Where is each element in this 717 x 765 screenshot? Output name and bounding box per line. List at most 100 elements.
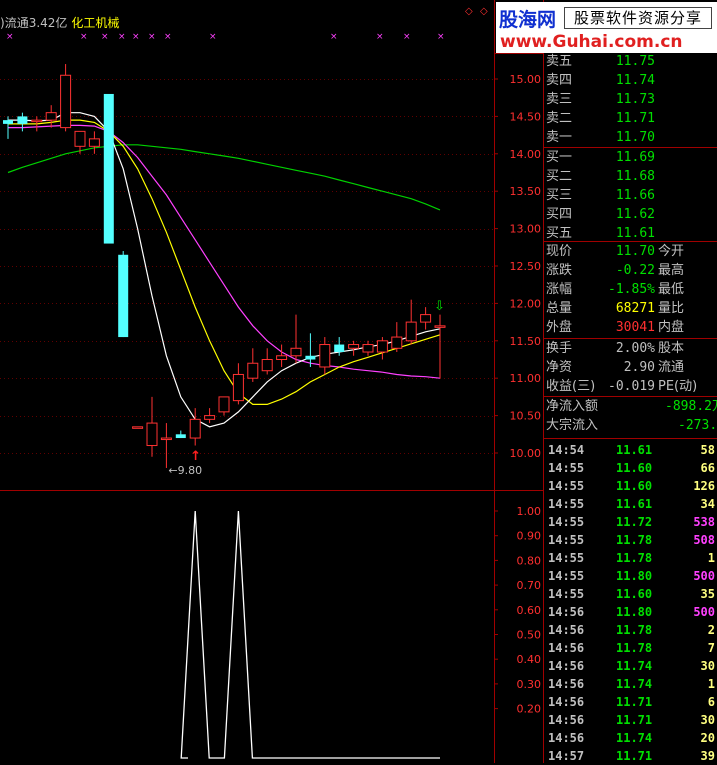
tick-volume: 66 xyxy=(700,461,715,475)
tick-row: 14:54 11.61 58 xyxy=(544,441,717,459)
tick-volume: 500 xyxy=(693,605,715,619)
kline-chart-area[interactable]: × × × × × × × × × × × × ←9.80 ↑ ⇩ ◇ ◇ )流通3.42亿 化工机械 xyxy=(0,0,494,763)
candle-body xyxy=(420,314,432,323)
candle-body xyxy=(376,340,388,353)
candle-body xyxy=(348,344,360,349)
volume-row: 总量 68271 量比 xyxy=(544,299,717,318)
tick-price: 11.78 xyxy=(616,551,653,565)
candle-body xyxy=(189,418,201,439)
bid-row: 买二 11.68 xyxy=(544,167,717,186)
price-tick-label: 10.50 xyxy=(510,410,542,423)
diamond-icon: ◇ xyxy=(465,6,473,17)
sector-label: 化工机械 xyxy=(71,16,120,30)
bid-row: 买三 11.66 xyxy=(544,186,717,205)
tick-row: 14:56 11.71 30 xyxy=(544,711,717,729)
ask-row-value: 11.75 xyxy=(615,54,655,69)
tick-price: 11.78 xyxy=(616,533,653,547)
tick-time: 14:55 xyxy=(548,461,585,475)
change-pct-row-value: -1.85% xyxy=(608,282,655,297)
signal-marker: × xyxy=(132,32,140,42)
tick-time: 14:56 xyxy=(548,731,585,745)
tick-volume: 538 xyxy=(693,515,715,529)
tick-time: 14:56 xyxy=(548,605,585,619)
float-cap-label: 流通3.42亿 xyxy=(4,16,68,30)
candle-body xyxy=(17,116,28,124)
indicator-tick-label: 1.00 xyxy=(517,505,542,518)
net-asset-row-right-label: 流通 xyxy=(658,360,685,375)
eps-row-label: 收益(三) xyxy=(546,379,596,394)
candle-body xyxy=(232,373,244,402)
price-tick-label: 12.00 xyxy=(510,297,542,310)
ask-row-label: 卖一 xyxy=(546,130,573,145)
candle-body xyxy=(218,396,230,413)
candle-body xyxy=(103,93,114,244)
tick-time: 14:54 xyxy=(548,443,585,457)
guhai-logo[interactable]: 股海网 股票软件资源分享 www.Guhai.com.cn xyxy=(496,2,717,53)
price-tick-label: 14.50 xyxy=(510,110,542,123)
candle-body xyxy=(276,355,288,361)
bid-row: 买四 11.62 xyxy=(544,205,717,224)
tick-row: 14:55 11.80 500 xyxy=(544,567,717,585)
net-inflow-row-label: 净流入额 xyxy=(546,399,599,414)
turnover-row: 换手 2.00% 股本 xyxy=(544,339,717,358)
bid-row-value: 11.69 xyxy=(615,150,655,165)
tick-time: 14:56 xyxy=(548,623,585,637)
change-pct-row-right-label: 最低 xyxy=(658,282,685,297)
candle-body xyxy=(31,119,43,123)
tick-row: 14:55 11.60 126 xyxy=(544,477,717,495)
eps-row-value: -0.019 xyxy=(608,379,655,394)
tick-row: 14:57 11.71 39 xyxy=(544,747,717,765)
tick-row: 14:56 11.74 1 xyxy=(544,675,717,693)
sell-arrow-icon: ⇩ xyxy=(434,299,445,314)
tick-time: 14:55 xyxy=(548,533,585,547)
price-tick-label: 13.00 xyxy=(510,223,542,236)
signal-marker: × xyxy=(101,32,109,42)
price-tick-label: 13.50 xyxy=(510,185,542,198)
candle-body xyxy=(132,426,144,429)
quote-panel: 卖五 11.75 卖四 11.74 卖三 11.73 卖二 11.71 卖一 11.70 买一 11.… xyxy=(544,53,717,763)
ask-row: 卖一 11.70 xyxy=(544,128,717,147)
ask-row-value: 11.74 xyxy=(615,73,655,88)
indicator-tick-label: 0.30 xyxy=(517,678,542,691)
low-price-label: ←9.80 xyxy=(168,464,202,477)
turnover-row-label: 换手 xyxy=(546,341,573,356)
current-price-row-label: 现价 xyxy=(546,244,573,259)
tick-price: 11.60 xyxy=(616,461,653,475)
tick-volume: 500 xyxy=(693,569,715,583)
current-price-row-right-label: 今开 xyxy=(658,244,685,259)
ask-row: 卖二 11.71 xyxy=(544,109,717,128)
change-pct-row-label: 涨幅 xyxy=(546,282,573,297)
signal-marker: × xyxy=(148,32,156,42)
candle-body xyxy=(45,112,57,121)
candle-body xyxy=(118,254,129,338)
tick-time: 14:56 xyxy=(548,641,585,655)
tick-row: 14:56 11.71 6 xyxy=(544,693,717,711)
signal-marker: × xyxy=(330,32,338,42)
ask-row-label: 卖四 xyxy=(546,73,573,88)
tick-time: 14:56 xyxy=(548,713,585,727)
candle-body xyxy=(160,437,172,441)
tick-time: 14:55 xyxy=(548,515,585,529)
ask-row-label: 卖二 xyxy=(546,111,573,126)
tick-volume: 1 xyxy=(707,677,715,691)
kline-chart[interactable]: × × × × × × × × × × × × ←9.80↑ ⇩ ◇ ◇ xyxy=(0,0,494,763)
tick-volume: 58 xyxy=(700,443,715,457)
tick-price: 11.74 xyxy=(616,659,653,673)
price-axis: 15.00 14.50 14.00 13.50 13.00 12.50 12.00 11.50… xyxy=(494,73,542,716)
net-asset-row-label: 净资 xyxy=(546,360,573,375)
candle-body xyxy=(319,344,331,368)
candle-body xyxy=(3,120,13,124)
net-asset-row-value: 2.90 xyxy=(623,360,655,375)
bid-row-label: 买一 xyxy=(546,150,573,165)
indicator-tick-label: 0.70 xyxy=(517,579,542,592)
indicator-tick-label: 0.90 xyxy=(517,530,542,543)
ask-row-value: 11.70 xyxy=(615,130,655,145)
signal-marker: × xyxy=(6,32,14,42)
tick-price: 11.80 xyxy=(616,569,653,583)
signal-marker: × xyxy=(437,32,445,42)
block-inflow-row-value: -273.7 xyxy=(678,418,717,433)
tick-price: 11.60 xyxy=(616,479,653,493)
ask-row: 卖四 11.74 xyxy=(544,71,717,90)
candle-body xyxy=(146,422,158,447)
tick-time: 14:55 xyxy=(548,587,585,601)
